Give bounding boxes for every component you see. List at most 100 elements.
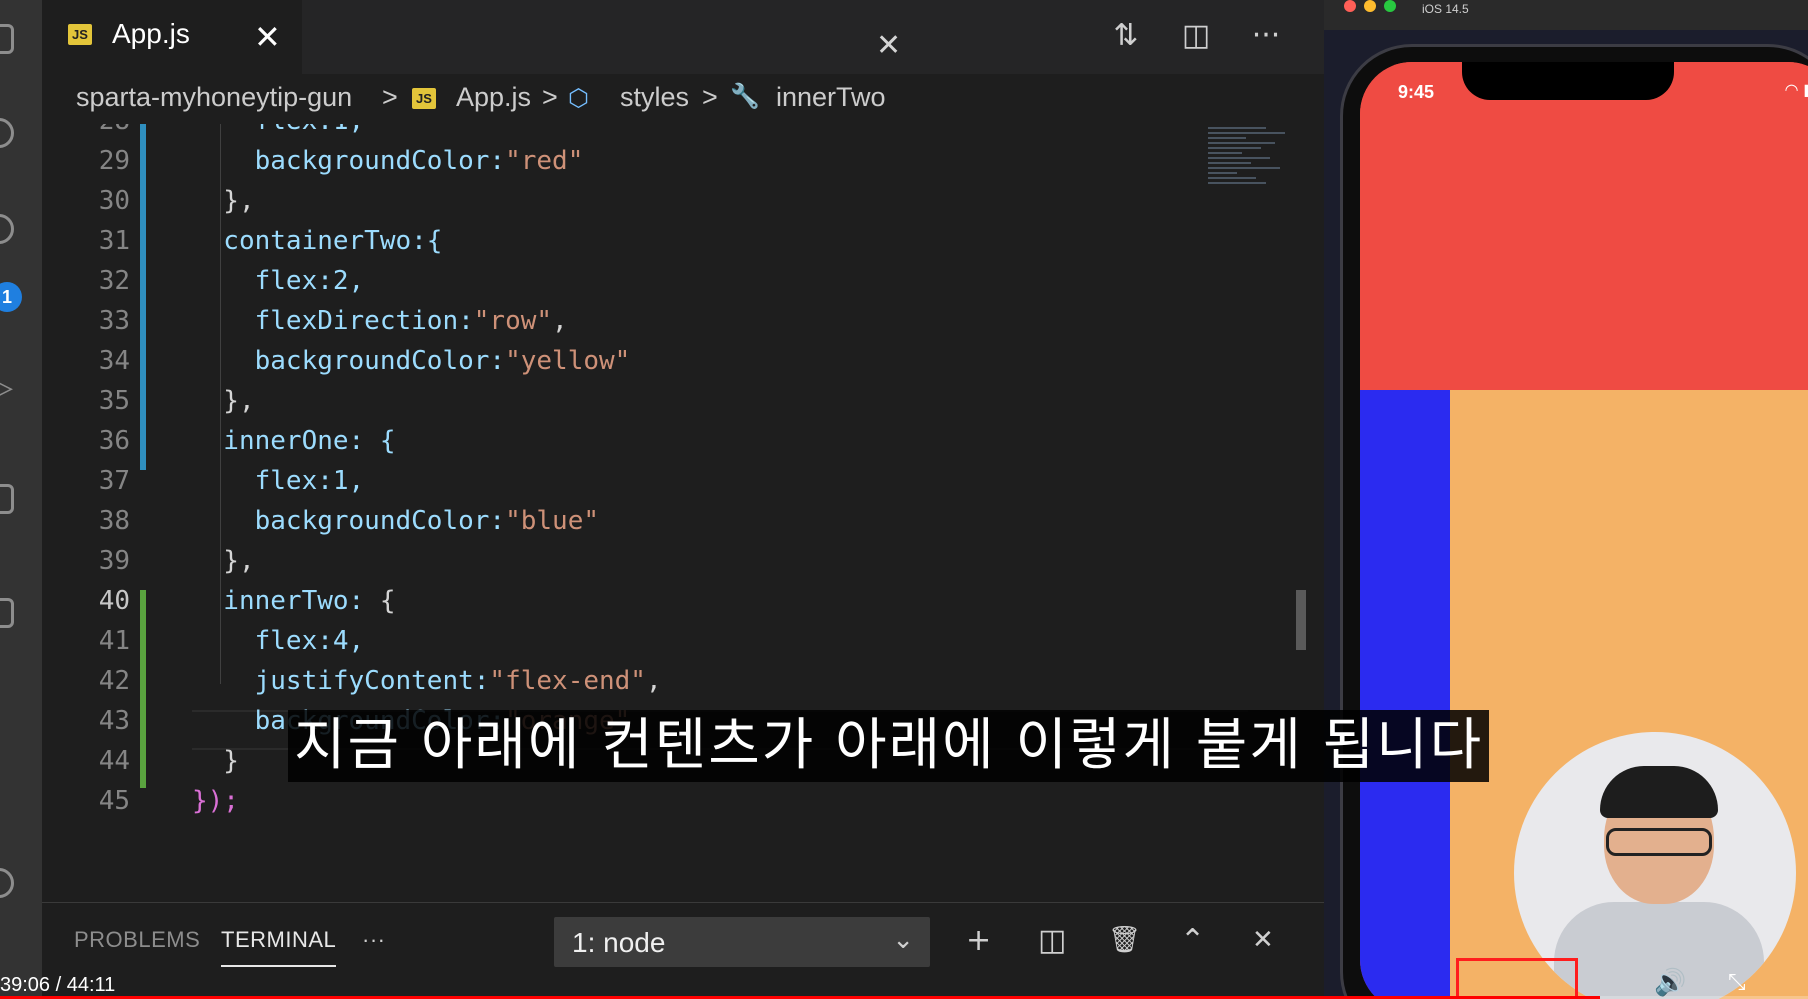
- line-number: 38: [98, 506, 130, 536]
- split-editor-icon[interactable]: ◫: [1178, 18, 1214, 54]
- maximize-panel-icon[interactable]: ⌃: [1180, 923, 1205, 958]
- code-text: flex:1,: [192, 466, 365, 496]
- split-terminal-icon[interactable]: ◫: [1038, 923, 1066, 958]
- run-debug-icon[interactable]: ▷: [0, 370, 20, 405]
- inner-one-view: [1360, 390, 1450, 999]
- breadcrumb: sparta-myhoneytip-gun > JS App.js > ⬡ st…: [42, 74, 1324, 124]
- js-file-icon: JS: [68, 24, 92, 45]
- tab-label: App.js: [112, 18, 190, 49]
- tab-app-js[interactable]: JS App.js ✕: [42, 0, 302, 74]
- code-text: flex:2,: [192, 266, 365, 296]
- tab-terminal[interactable]: TERMINAL: [221, 927, 337, 967]
- code-line[interactable]: 29 backgroundColor:"red": [42, 146, 1212, 186]
- close-panel-icon[interactable]: ✕: [1252, 925, 1274, 955]
- scrollbar-thumb[interactable]: [1296, 590, 1306, 650]
- minimize-window-icon[interactable]: [1364, 0, 1376, 12]
- account-icon[interactable]: [0, 868, 14, 898]
- new-terminal-icon[interactable]: +: [966, 923, 991, 958]
- presenter-glasses: [1606, 828, 1712, 856]
- line-number: 35: [98, 386, 130, 416]
- breadcrumb-property[interactable]: innerTwo: [776, 82, 886, 113]
- line-number: 44: [98, 746, 130, 776]
- code-line[interactable]: 40 innerTwo: {: [42, 586, 1212, 626]
- code-text: innerTwo: {: [192, 586, 396, 616]
- code-text: innerOne: {: [192, 426, 396, 456]
- presenter-hair: [1600, 766, 1718, 818]
- source-control-badge: 1: [0, 282, 22, 312]
- terminal-select[interactable]: 1: node ⌄: [554, 917, 930, 967]
- extensions-icon[interactable]: [0, 484, 14, 514]
- breadcrumb-symbol[interactable]: styles: [620, 82, 689, 113]
- chevron-down-icon: ⌄: [892, 925, 914, 955]
- trash-icon[interactable]: 🗑: [1108, 925, 1141, 955]
- minimap[interactable]: [1208, 124, 1304, 224]
- code-text: flex:4,: [192, 626, 365, 656]
- source-control-icon[interactable]: [0, 214, 14, 244]
- code-line[interactable]: 36 innerOne: {: [42, 426, 1212, 466]
- container-one-view: [1360, 62, 1808, 390]
- wifi-battery-icon: ◠ ▮: [1785, 80, 1808, 99]
- line-number: 29: [98, 146, 130, 176]
- code-line[interactable]: 37 flex:1,: [42, 466, 1212, 506]
- code-line[interactable]: 39 },: [42, 546, 1212, 586]
- line-number: 43: [98, 706, 130, 736]
- code-text: },: [192, 546, 255, 576]
- bottom-panel: PROBLEMS TERMINAL ··· 1: node ⌄ + ◫ 🗑 ⌃ …: [42, 902, 1324, 999]
- code-text: }: [192, 746, 239, 776]
- code-line[interactable]: 31 containerTwo:{: [42, 226, 1212, 266]
- code-line[interactable]: 32 flex:2,: [42, 266, 1212, 306]
- video-timestamp: 39:06 / 44:11: [0, 974, 116, 996]
- code-text: backgroundColor:"yellow": [192, 346, 631, 376]
- js-file-icon: JS: [412, 88, 436, 109]
- code-line[interactable]: 42 justifyContent:"flex-end",: [42, 666, 1212, 706]
- volume-icon[interactable]: 🔊: [1654, 968, 1686, 998]
- line-number: 40: [98, 586, 130, 616]
- tab-bar: JS App.js ✕ ✕ ⇅ ◫ ···: [42, 0, 1324, 74]
- wrench-icon: 🔧: [730, 83, 760, 110]
- code-line[interactable]: 34 backgroundColor:"yellow": [42, 346, 1212, 386]
- code-text: justifyContent:"flex-end",: [192, 666, 662, 696]
- breadcrumb-separator: >: [702, 82, 718, 112]
- line-number: 32: [98, 266, 130, 296]
- code-line[interactable]: 35 },: [42, 386, 1212, 426]
- more-actions-icon[interactable]: ···: [1248, 18, 1284, 54]
- phone-notch: [1462, 62, 1674, 100]
- close-window-icon[interactable]: [1344, 0, 1356, 12]
- code-text: },: [192, 386, 255, 416]
- activity-bar: 1 ▷: [0, 0, 42, 999]
- line-number: 36: [98, 426, 130, 456]
- code-text: flexDirection:"row",: [192, 306, 568, 336]
- tab-close-icon[interactable]: ✕: [254, 18, 281, 56]
- tab-problems[interactable]: PROBLEMS: [74, 927, 200, 953]
- scrollbar[interactable]: [1294, 124, 1308, 794]
- exit-fullscreen-icon[interactable]: ⤡: [1728, 970, 1746, 995]
- breadcrumb-folder[interactable]: sparta-myhoneytip-gun: [76, 82, 352, 113]
- line-number: 34: [98, 346, 130, 376]
- line-number: 31: [98, 226, 130, 256]
- explorer-icon[interactable]: [0, 24, 14, 54]
- simulator-os-version: iOS 14.5: [1422, 2, 1469, 16]
- video-subtitle: 지금 아래에 컨텐츠가 아래에 이렇게 붙게 됩니다: [288, 710, 1490, 782]
- code-text: backgroundColor:"red": [192, 146, 584, 176]
- code-area[interactable]: 28 flex:1,29 backgroundColor:"red"30 },3…: [42, 124, 1324, 902]
- zoom-window-icon[interactable]: [1384, 0, 1396, 12]
- simulator-titlebar: iOS 14.5: [1324, 0, 1808, 30]
- code-line[interactable]: 28 flex:1,: [42, 124, 1212, 146]
- code-line[interactable]: 33 flexDirection:"row",: [42, 306, 1212, 346]
- panel-more-icon[interactable]: ···: [362, 927, 385, 953]
- open-changes-icon[interactable]: ⇅: [1108, 18, 1144, 54]
- code-text: },: [192, 186, 255, 216]
- remote-explorer-icon[interactable]: [0, 598, 14, 628]
- close-icon[interactable]: ✕: [876, 28, 901, 63]
- code-line[interactable]: 30 },: [42, 186, 1212, 226]
- search-icon[interactable]: [0, 118, 14, 148]
- line-number: 45: [98, 786, 130, 816]
- terminal-select-value: 1: node: [572, 927, 666, 958]
- code-text: backgroundColor:"blue": [192, 506, 599, 536]
- code-line[interactable]: 41 flex:4,: [42, 626, 1212, 666]
- breadcrumb-file[interactable]: App.js: [456, 82, 531, 113]
- code-line[interactable]: 38 backgroundColor:"blue": [42, 506, 1212, 546]
- code-text: });: [192, 786, 239, 816]
- code-line[interactable]: 45});: [42, 786, 1212, 826]
- code-text: flex:1,: [192, 124, 365, 136]
